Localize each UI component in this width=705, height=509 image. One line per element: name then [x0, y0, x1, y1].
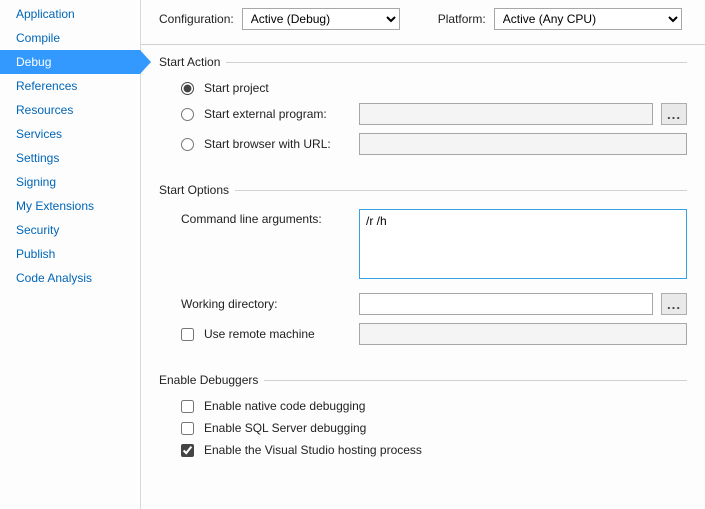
- start-project-radio[interactable]: [181, 82, 194, 95]
- sidebar-item-label: Code Analysis: [16, 271, 92, 285]
- workdir-label: Working directory:: [181, 297, 277, 311]
- platform-label: Platform:: [438, 12, 486, 26]
- start-project-label: Start project: [204, 81, 269, 95]
- workdir-input[interactable]: [359, 293, 653, 315]
- sidebar-item-label: Publish: [16, 247, 55, 261]
- start-options-group: Start Options Command line arguments: Wo…: [159, 173, 687, 349]
- hosting-process-checkbox[interactable]: [181, 444, 194, 457]
- sidebar-item-services[interactable]: Services: [0, 122, 140, 146]
- start-action-legend: Start Action: [159, 55, 220, 69]
- start-external-input[interactable]: [359, 103, 653, 125]
- start-browser-input[interactable]: [359, 133, 687, 155]
- cmdline-label: Command line arguments:: [181, 212, 322, 226]
- start-browser-radio[interactable]: [181, 138, 194, 151]
- enable-debuggers-legend: Enable Debuggers: [159, 373, 258, 387]
- sidebar: Application Compile Debug References Res…: [0, 0, 140, 509]
- configuration-select[interactable]: Active (Debug): [242, 8, 400, 30]
- divider: [141, 44, 705, 45]
- hosting-process-label: Enable the Visual Studio hosting process: [204, 443, 422, 457]
- sidebar-item-compile[interactable]: Compile: [0, 26, 140, 50]
- sidebar-item-references[interactable]: References: [0, 74, 140, 98]
- start-browser-label: Start browser with URL:: [204, 137, 331, 151]
- sidebar-item-code-analysis[interactable]: Code Analysis: [0, 266, 140, 290]
- sidebar-item-settings[interactable]: Settings: [0, 146, 140, 170]
- start-external-browse-button[interactable]: ...: [661, 103, 687, 125]
- config-platform-row: Configuration: Active (Debug) Platform: …: [159, 8, 687, 30]
- workdir-browse-button[interactable]: ...: [661, 293, 687, 315]
- sidebar-item-label: Debug: [16, 55, 51, 69]
- sidebar-item-security[interactable]: Security: [0, 218, 140, 242]
- sidebar-item-label: Services: [16, 127, 62, 141]
- sidebar-item-label: My Extensions: [16, 199, 94, 213]
- sidebar-item-publish[interactable]: Publish: [0, 242, 140, 266]
- sidebar-item-label: Application: [16, 7, 75, 21]
- cmdline-textarea[interactable]: [359, 209, 687, 279]
- main-panel: Configuration: Active (Debug) Platform: …: [140, 0, 705, 509]
- sidebar-item-label: References: [16, 79, 77, 93]
- sidebar-item-label: Settings: [16, 151, 59, 165]
- start-external-label: Start external program:: [204, 107, 327, 121]
- sidebar-item-resources[interactable]: Resources: [0, 98, 140, 122]
- sidebar-item-application[interactable]: Application: [0, 2, 140, 26]
- sidebar-item-label: Security: [16, 223, 59, 237]
- sql-debug-checkbox[interactable]: [181, 422, 194, 435]
- start-action-group: Start Action Start project Start externa…: [159, 55, 687, 159]
- sidebar-item-label: Resources: [16, 103, 73, 117]
- platform-select[interactable]: Active (Any CPU): [494, 8, 682, 30]
- start-options-legend: Start Options: [159, 183, 229, 197]
- sidebar-item-label: Signing: [16, 175, 56, 189]
- enable-debuggers-group: Enable Debuggers Enable native code debu…: [159, 363, 687, 461]
- remote-machine-input[interactable]: [359, 323, 687, 345]
- configuration-label: Configuration:: [159, 12, 234, 26]
- start-external-radio[interactable]: [181, 108, 194, 121]
- ellipsis-icon: ...: [667, 297, 681, 312]
- native-debug-checkbox[interactable]: [181, 400, 194, 413]
- ellipsis-icon: ...: [667, 107, 681, 122]
- native-debug-label: Enable native code debugging: [204, 399, 365, 413]
- sidebar-item-debug[interactable]: Debug: [0, 50, 140, 74]
- sidebar-item-my-extensions[interactable]: My Extensions: [0, 194, 140, 218]
- remote-machine-label: Use remote machine: [204, 327, 315, 341]
- sidebar-item-label: Compile: [16, 31, 60, 45]
- sidebar-item-signing[interactable]: Signing: [0, 170, 140, 194]
- sql-debug-label: Enable SQL Server debugging: [204, 421, 366, 435]
- remote-machine-checkbox[interactable]: [181, 328, 194, 341]
